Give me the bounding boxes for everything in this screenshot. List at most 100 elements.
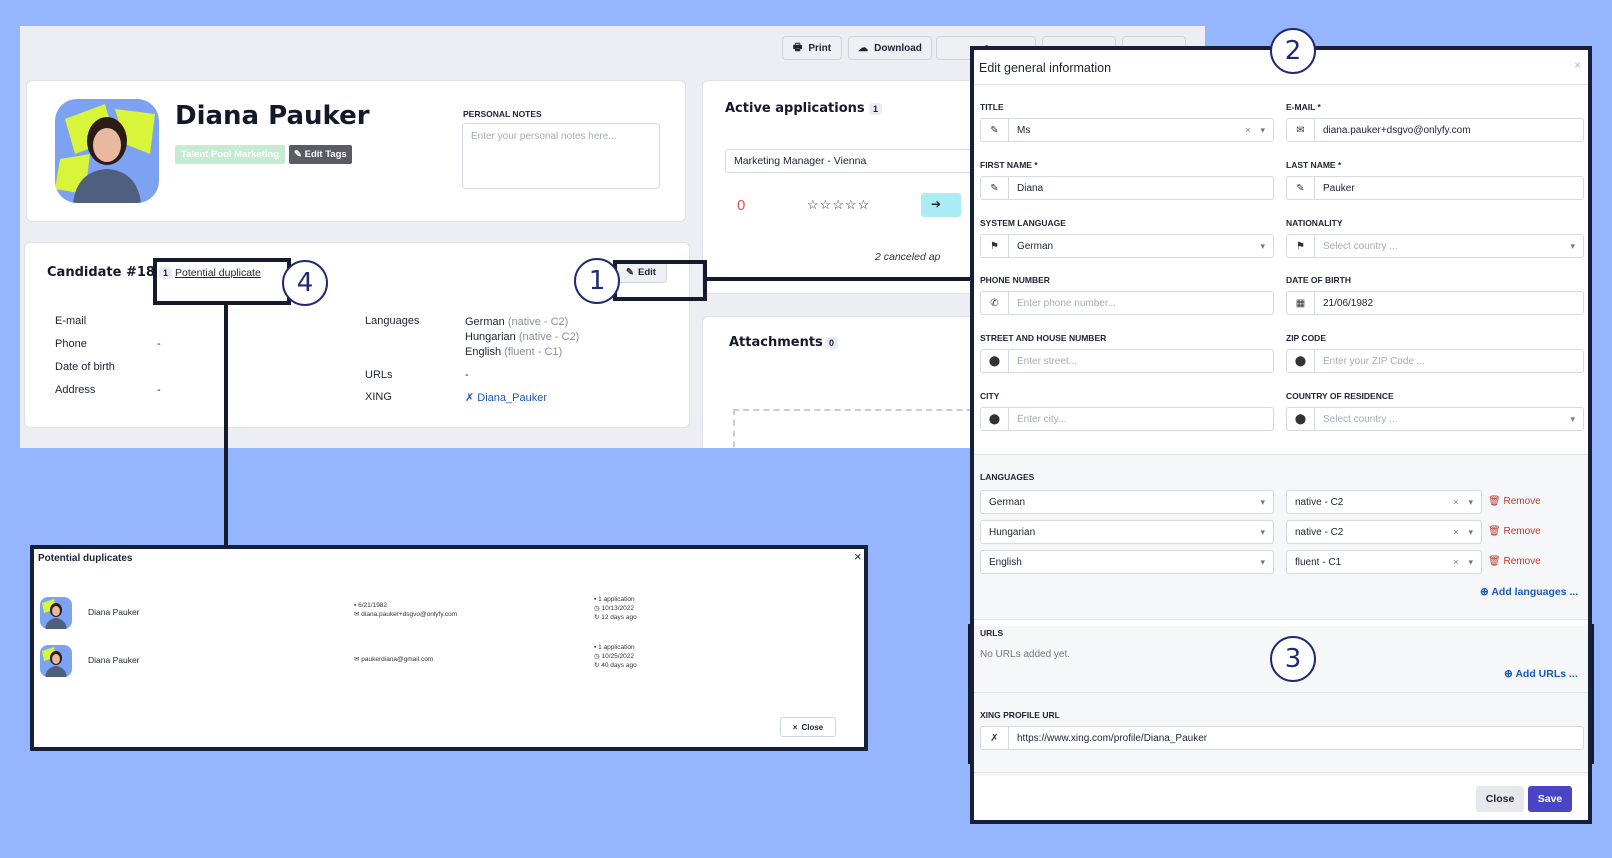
divider	[974, 772, 1588, 773]
avatar	[40, 597, 72, 629]
divider	[974, 692, 1588, 693]
clear-icon[interactable]: ×	[1245, 125, 1250, 136]
close-icon[interactable]: ×	[1574, 58, 1581, 72]
map-marker-icon: ⬤	[981, 350, 1009, 372]
add-urls-button[interactable]: ⊕ Add URLs ...	[1504, 668, 1578, 680]
chevron-down-icon: ▾	[1260, 124, 1265, 135]
title-select[interactable]: ✎ Ms × ▾	[980, 118, 1274, 142]
edit-general-info-modal: Edit general information × TITLE ✎ Ms × ▾ E…	[970, 46, 1592, 824]
move-application-button[interactable]: ➔	[921, 193, 961, 217]
callout-1: 1	[574, 258, 620, 304]
envelope-icon: ✉	[354, 656, 360, 663]
map-marker-icon: ⬤	[981, 408, 1009, 430]
arrow-right-icon: ➔	[931, 197, 942, 211]
languages-list: German (native - C2) Hungarian (native -…	[465, 315, 579, 360]
nationality-label: NATIONALITY	[1286, 218, 1343, 228]
field-row: Date of birth	[55, 361, 115, 373]
contact-fields: E-mail Phone - Date of birth Address -	[55, 315, 161, 407]
language-select[interactable]: German ▾	[980, 490, 1274, 514]
city-label: CITY	[980, 391, 1000, 401]
xing-url-field[interactable]: ✗ https://www.xing.com/profile/Diana_Pauk…	[980, 726, 1584, 750]
country-of-residence-label: COUNTRY OF RESIDENCE	[1286, 391, 1394, 401]
canceled-applications[interactable]: 2 canceled ap	[875, 251, 940, 263]
duplicate-details: ▪ 6/21/1982 ✉ diana.pauker+dsgvo@onlyfy.…	[354, 602, 458, 618]
application-score: 0	[737, 197, 746, 214]
zip-field[interactable]: ⬤ Enter your ZIP Code ...	[1286, 349, 1584, 373]
country-of-residence-select[interactable]: ⬤ Select country ... ▾	[1286, 407, 1584, 431]
print-button[interactable]: 🖶 Print	[782, 36, 842, 60]
first-name-field[interactable]: ✎ Diana	[980, 176, 1274, 200]
language-select[interactable]: English ▾	[980, 550, 1274, 574]
remove-language-button[interactable]: 🗑 Remove	[1488, 526, 1541, 537]
callout-4: 4	[282, 260, 328, 306]
urls-value: -	[465, 369, 469, 381]
chevron-down-icon: ▾	[1260, 556, 1265, 567]
email-label: E-MAIL *	[1286, 102, 1321, 112]
profile-card: Diana Pauker Talent Pool Marketing ✎ Edi…	[26, 80, 686, 222]
callout-2: 2	[1270, 28, 1316, 74]
close-button[interactable]: Close	[1476, 786, 1524, 812]
connector-duplicate	[224, 302, 228, 546]
personal-notes-input[interactable]: Enter your personal notes here...	[462, 123, 660, 189]
languages-label: Languages	[365, 315, 420, 327]
xing-icon: ✗	[465, 392, 475, 404]
remove-language-button[interactable]: 🗑 Remove	[1488, 556, 1541, 567]
highlight-edit	[613, 260, 707, 301]
edit-tags-button[interactable]: ✎ Edit Tags	[289, 145, 352, 164]
potential-duplicates-dialog: Potential duplicates × Diana Pauker ▪ 6/…	[30, 545, 868, 751]
close-button[interactable]: × Close	[780, 717, 836, 737]
duplicate-name[interactable]: Diana Pauker	[88, 655, 140, 665]
cloud-download-icon: ☁	[858, 42, 869, 54]
phone-field[interactable]: ✆ Enter phone number...	[980, 291, 1274, 315]
avatar	[55, 99, 159, 203]
no-urls-text: No URLs added yet.	[980, 649, 1071, 660]
save-button[interactable]: Save	[1528, 786, 1572, 812]
language-select[interactable]: Hungarian ▾	[980, 520, 1274, 544]
duplicate-name[interactable]: Diana Pauker	[88, 607, 140, 617]
rating-stars[interactable]: ☆☆☆☆☆	[807, 197, 870, 213]
xing-link[interactable]: ✗ Diana_Pauker	[465, 391, 547, 404]
refresh-icon: ↻	[594, 614, 600, 621]
briefcase-icon: ▪	[594, 644, 597, 651]
duplicate-details: ✉ paukerdiana@gmail.com	[354, 656, 434, 663]
trash-icon: 🗑	[1488, 496, 1501, 507]
candidate-number: Candidate #18	[47, 265, 155, 280]
clock-icon: ◷	[594, 653, 600, 660]
duplicate-applications: ▪ 1 application ◷ 10/13/2022 ↻ 12 days a…	[594, 596, 637, 621]
street-field[interactable]: ⬤ Enter street...	[980, 349, 1274, 373]
city-field[interactable]: ⬤ Enter city...	[980, 407, 1274, 431]
envelope-icon: ✉	[354, 611, 360, 618]
system-language-label: SYSTEM LANGUAGE	[980, 218, 1066, 228]
trash-icon: 🗑	[1488, 556, 1501, 567]
clock-icon: ◷	[594, 605, 600, 612]
calendar-icon: ▪	[354, 602, 357, 609]
xing-icon: ✗	[981, 727, 1009, 749]
job-select[interactable]: Marketing Manager - Vienna	[725, 149, 1005, 173]
callout-3: 3	[1270, 636, 1316, 682]
language-level-select[interactable]: native - C2 × ▾	[1286, 520, 1482, 544]
system-language-select[interactable]: ⚑ German ▾	[980, 234, 1274, 258]
close-icon[interactable]: ×	[854, 549, 862, 564]
date-of-birth-label: DATE OF BIRTH	[1286, 275, 1352, 285]
xing-label: XING	[365, 391, 392, 403]
tag-badge[interactable]: Talent Pool Marketing	[175, 145, 286, 164]
upload-dropzone[interactable]	[733, 409, 993, 448]
nationality-select[interactable]: ⚑ Select country ... ▾	[1286, 234, 1584, 258]
clear-icon[interactable]: ×	[1453, 527, 1458, 538]
candidate-name: Diana Pauker	[175, 101, 370, 131]
date-of-birth-field[interactable]: ▦ 21/06/1982	[1286, 291, 1584, 315]
clear-icon[interactable]: ×	[1453, 557, 1458, 568]
email-field[interactable]: ✉ diana.pauker+dsgvo@onlyfy.com	[1286, 118, 1584, 142]
download-button[interactable]: ☁ Download	[848, 36, 932, 60]
language-level-select[interactable]: native - C2 × ▾	[1286, 490, 1482, 514]
clear-icon[interactable]: ×	[1453, 497, 1458, 508]
chevron-down-icon: ▾	[1260, 496, 1265, 507]
plus-circle-icon: ⊕	[1480, 586, 1489, 598]
remove-language-button[interactable]: 🗑 Remove	[1488, 496, 1541, 507]
add-languages-button[interactable]: ⊕ Add languages ...	[1480, 586, 1578, 598]
language-level-select[interactable]: fluent - C1 × ▾	[1286, 550, 1482, 574]
chevron-down-icon: ▾	[1570, 240, 1575, 251]
tag-row: Talent Pool Marketing ✎ Edit Tags	[175, 145, 352, 164]
chevron-down-icon: ▾	[1260, 240, 1265, 251]
last-name-field[interactable]: ✎ Pauker	[1286, 176, 1584, 200]
